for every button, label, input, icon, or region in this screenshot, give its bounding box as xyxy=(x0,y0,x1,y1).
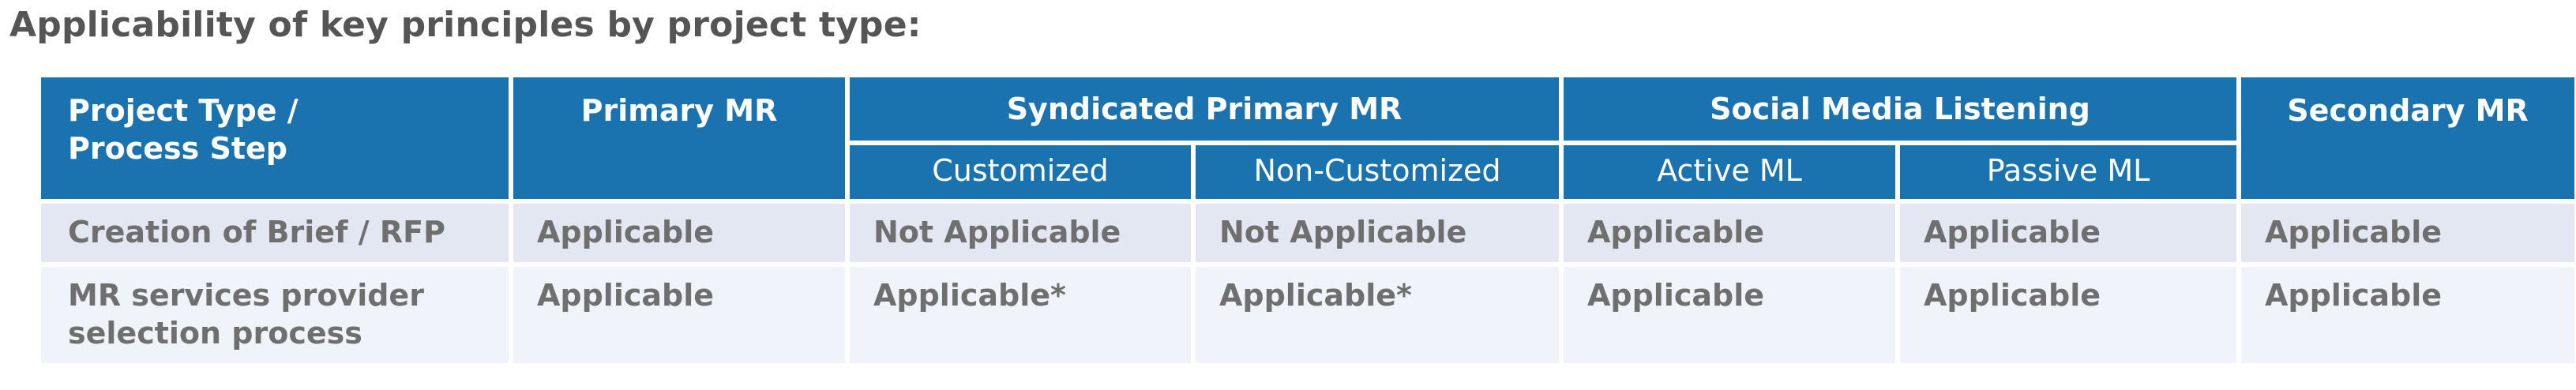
subheader-active-ml: Active ML xyxy=(1564,145,1895,199)
row-label-line1: MR services provider xyxy=(68,278,424,313)
table-cell: Applicable xyxy=(1900,267,2236,363)
table-cell: Applicable xyxy=(513,204,845,262)
header-project-type: Project Type / Process Step xyxy=(41,77,509,199)
row-label: Creation of Brief / RFP xyxy=(41,204,509,262)
row-label-line2: selection process xyxy=(68,316,362,351)
table-row: Creation of Brief / RFP Applicable Not A… xyxy=(41,204,2574,262)
table-cell: Applicable xyxy=(2241,204,2574,262)
header-syndicated-primary-mr: Syndicated Primary MR xyxy=(850,77,1559,141)
header-social-media-listening: Social Media Listening xyxy=(1564,77,2236,141)
applicability-table: Project Type / Process Step Primary MR S… xyxy=(36,73,2576,368)
table-cell: Not Applicable xyxy=(1196,204,1559,262)
subheader-passive-ml: Passive ML xyxy=(1900,145,2236,199)
subheader-customized: Customized xyxy=(850,145,1191,199)
table-cell: Applicable* xyxy=(1196,267,1559,363)
table-cell: Applicable xyxy=(1900,204,2236,262)
row-label-line1: Creation of Brief / RFP xyxy=(68,215,445,249)
table-cell: Applicable xyxy=(513,267,845,363)
header-project-type-line2: Process Step xyxy=(68,131,287,166)
row-label: MR services provider selection process xyxy=(41,267,509,363)
table-cell: Applicable xyxy=(2241,267,2574,363)
header-primary-mr: Primary MR xyxy=(513,77,845,199)
table-cell: Applicable xyxy=(1564,204,1895,262)
table-cell: Not Applicable xyxy=(850,204,1191,262)
header-secondary-mr: Secondary MR xyxy=(2241,77,2574,199)
subheader-non-customized: Non-Customized xyxy=(1196,145,1559,199)
table-row: MR services provider selection process A… xyxy=(41,267,2574,363)
header-project-type-line1: Project Type / xyxy=(68,93,299,128)
page-title: Applicability of key principles by proje… xyxy=(9,5,922,45)
table-cell: Applicable* xyxy=(850,267,1191,363)
table-cell: Applicable xyxy=(1564,267,1895,363)
